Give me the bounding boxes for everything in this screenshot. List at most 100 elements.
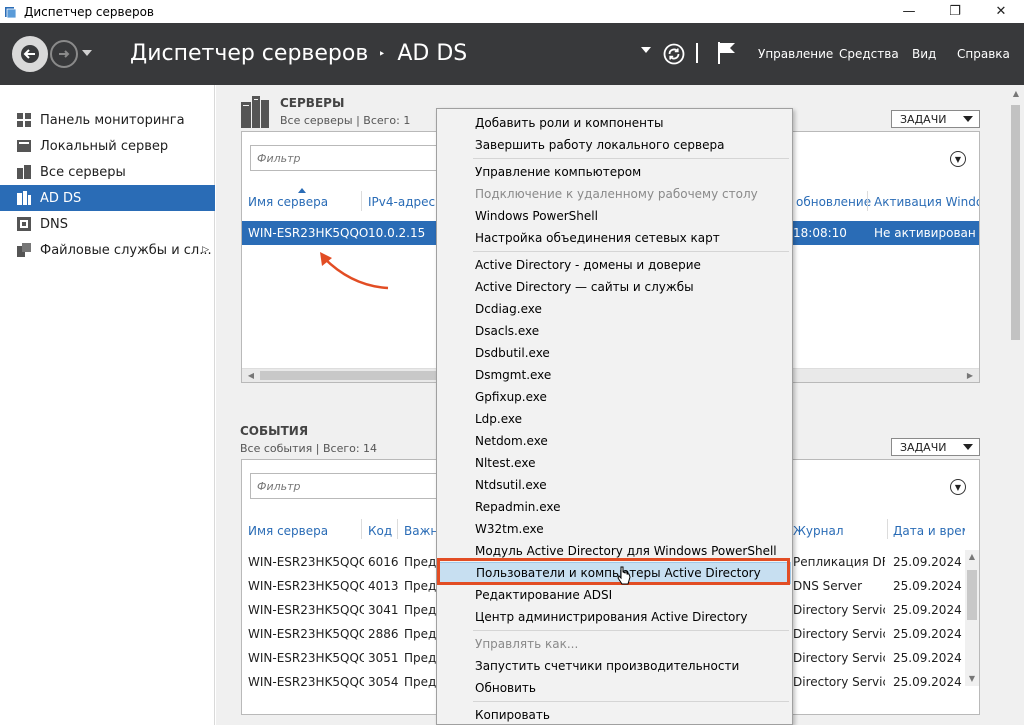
- column-log[interactable]: Журнал: [793, 524, 844, 538]
- cell-log: Directory Service: [793, 651, 885, 665]
- nav-history-dropdown[interactable]: [82, 50, 92, 56]
- menu-item[interactable]: Active Directory - домены и доверие: [439, 254, 791, 276]
- forward-button[interactable]: [50, 40, 78, 68]
- menu-item[interactable]: Обновить: [439, 677, 791, 699]
- menu-item[interactable]: Windows PowerShell: [439, 205, 791, 227]
- servers-section-icon: [241, 96, 269, 128]
- cell-severity: Преду: [404, 675, 438, 689]
- servers-tasks-button[interactable]: ЗАДАЧИ: [891, 110, 980, 128]
- flag-icon[interactable]: [716, 40, 738, 66]
- mouse-cursor-icon: [617, 566, 631, 585]
- back-arrow-icon: [21, 45, 39, 63]
- annotation-arrow-icon: [320, 252, 389, 290]
- sidebar-item-dashboard[interactable]: Панель мониторинга: [0, 107, 215, 133]
- menu-item[interactable]: Ldp.exe: [439, 408, 791, 430]
- cell-log: DNS Server: [793, 579, 862, 593]
- column-server-name[interactable]: Имя сервера: [248, 524, 328, 538]
- scroll-down-icon[interactable]: ▼: [965, 674, 979, 683]
- menu-item[interactable]: Nltest.exe: [439, 452, 791, 474]
- menu-item[interactable]: Копировать: [439, 704, 791, 725]
- events-tasks-button[interactable]: ЗАДАЧИ: [891, 438, 980, 456]
- menu-help[interactable]: Справка: [957, 47, 1010, 61]
- window-title: Диспетчер серверов: [24, 4, 154, 19]
- menu-item: Управлять как...: [475, 637, 579, 651]
- servers-expand-icon[interactable]: ▼: [950, 151, 966, 167]
- column-severity[interactable]: Важно: [404, 524, 438, 538]
- context-menu: Добавить роли и компоненты Завершить рабо…: [436, 108, 793, 725]
- sidebar-item-all-servers[interactable]: Все серверы: [0, 159, 215, 185]
- column-last-update[interactable]: обновление: [796, 195, 871, 209]
- menu-item[interactable]: Запустить счетчики производительности: [439, 655, 791, 677]
- cell-last-update: 18:08:10: [793, 226, 847, 240]
- cell-code: 3041: [368, 603, 398, 617]
- menu-item[interactable]: Ntdsutil.exe: [439, 474, 791, 496]
- events-filter-input[interactable]: Фильтр: [250, 473, 440, 499]
- column-activation[interactable]: Активация Windows: [874, 195, 979, 209]
- menu-item[interactable]: Dsdbutil.exe: [439, 342, 791, 364]
- menu-item[interactable]: Управление компьютером: [439, 161, 791, 183]
- sidebar-item-label: AD DS: [40, 190, 82, 206]
- menu-item[interactable]: Dsacls.exe: [439, 320, 791, 342]
- cell-date: 25.09.2024 18: [893, 579, 965, 593]
- dns-icon: [17, 217, 31, 231]
- back-button[interactable]: [12, 36, 48, 72]
- column-separator: [397, 519, 398, 539]
- column-separator: [361, 519, 362, 539]
- menu-item[interactable]: W32tm.exe: [439, 518, 791, 540]
- breadcrumb-root[interactable]: Диспетчер серверов: [130, 41, 368, 66]
- cell-server-name: WIN-ESR23HK5QQO: [248, 675, 364, 689]
- column-date[interactable]: Дата и время: [893, 524, 965, 538]
- scroll-left-icon[interactable]: ◀: [244, 371, 258, 380]
- page-vertical-scrollbar[interactable]: ▲: [1007, 85, 1024, 725]
- refresh-dropdown[interactable]: [641, 47, 651, 53]
- menu-item[interactable]: Netdom.exe: [439, 430, 791, 452]
- sidebar-item-ad-ds[interactable]: AD DS: [0, 185, 215, 211]
- sidebar-item-label: Файловые службы и сл...: [40, 242, 212, 258]
- menu-item[interactable]: Добавить роли и компоненты: [439, 112, 791, 134]
- menu-view[interactable]: Вид: [912, 47, 936, 61]
- close-button[interactable]: ✕: [978, 0, 1024, 23]
- scrollbar-thumb[interactable]: [967, 570, 977, 620]
- refresh-icon[interactable]: [663, 43, 685, 65]
- events-expand-icon[interactable]: ▼: [950, 479, 966, 495]
- menu-separator: [473, 158, 789, 159]
- left-navigation: Панель мониторинга Локальный сервер Все …: [0, 85, 215, 725]
- menu-item[interactable]: Dsmgmt.exe: [439, 364, 791, 386]
- scroll-up-icon[interactable]: ▲: [965, 552, 979, 561]
- forward-arrow-icon: [59, 50, 70, 58]
- cell-log: Directory Service: [793, 675, 885, 689]
- cell-server-name: WIN-ESR23HK5QQO: [248, 627, 364, 641]
- menu-tools[interactable]: Средства: [839, 47, 899, 61]
- cell-server-name: WIN-ESR23HK5QQO: [248, 651, 364, 665]
- cell-severity: Преду: [404, 555, 438, 569]
- menu-manage[interactable]: Управление: [758, 47, 833, 61]
- scrollbar-thumb[interactable]: [1011, 105, 1020, 340]
- menu-item[interactable]: Active Directory — сайты и службы: [439, 276, 791, 298]
- events-vertical-scrollbar[interactable]: ▲ ▼: [965, 550, 979, 686]
- column-server-name[interactable]: Имя сервера: [248, 195, 328, 209]
- menu-item[interactable]: Repadmin.exe: [439, 496, 791, 518]
- events-subtitle: Все события | Всего: 14: [240, 442, 378, 455]
- menu-item[interactable]: Центр администрирования Active Directory: [439, 606, 791, 628]
- sidebar-item-file-services[interactable]: Файловые службы и сл... ▷: [0, 237, 215, 263]
- menu-item[interactable]: Настройка объединения сетевых карт: [439, 227, 791, 249]
- sidebar-item-dns[interactable]: DNS: [0, 211, 215, 237]
- column-code[interactable]: Код: [368, 524, 392, 538]
- cell-severity: Преду: [404, 579, 438, 593]
- column-ipv4[interactable]: IPv4-адрес: [368, 195, 435, 209]
- sidebar-item-local-server[interactable]: Локальный сервер: [0, 133, 215, 159]
- scroll-up-icon[interactable]: ▲: [1009, 89, 1023, 98]
- menu-item[interactable]: Завершить работу локального сервера: [439, 134, 791, 156]
- sidebar-item-label: Все серверы: [40, 164, 126, 180]
- menu-item[interactable]: Gpfixup.exe: [439, 386, 791, 408]
- breadcrumb-separator: ‣: [378, 46, 386, 61]
- header-bar: Диспетчер серверов ‣ AD DS Управление Ср…: [0, 23, 1024, 85]
- menu-item[interactable]: Dcdiag.exe: [439, 298, 791, 320]
- minimize-button[interactable]: —: [886, 0, 932, 23]
- expand-arrow-icon[interactable]: ▷: [202, 245, 209, 255]
- menu-item[interactable]: Редактирование ADSI: [439, 584, 791, 606]
- servers-filter-input[interactable]: Фильтр: [250, 145, 440, 171]
- scroll-right-icon[interactable]: ▶: [963, 371, 977, 380]
- scrollbar-thumb[interactable]: [260, 371, 460, 380]
- maximize-button[interactable]: ❐: [932, 0, 978, 23]
